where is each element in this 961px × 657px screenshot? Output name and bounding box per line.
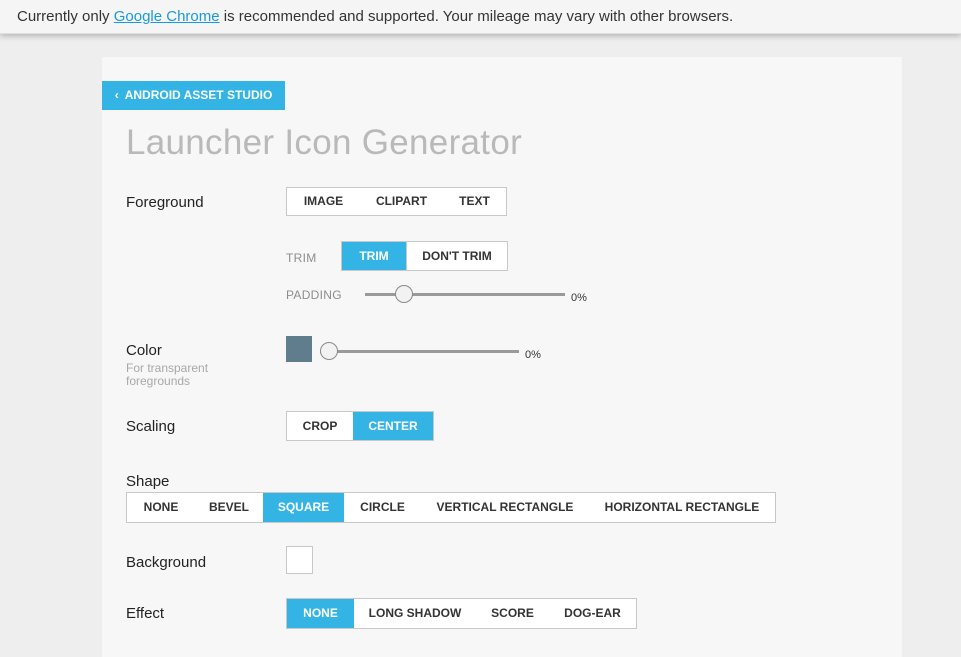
trim-option-dont-trim[interactable]: DON'T TRIM: [406, 242, 507, 270]
color-slider-thumb[interactable]: [320, 342, 338, 360]
trim-label: TRIM: [286, 251, 317, 265]
scaling-selector: CROP CENTER: [286, 411, 434, 441]
shape-option-circle[interactable]: CIRCLE: [344, 493, 421, 522]
padding-value: 0%: [571, 292, 587, 304]
effect-label: Effect: [126, 605, 165, 622]
scaling-option-crop[interactable]: CROP: [287, 412, 353, 440]
foreground-label: Foreground: [126, 194, 204, 211]
color-opacity-value: 0%: [525, 349, 541, 361]
banner-text-suffix: is recommended and supported. Your milea…: [223, 8, 734, 25]
foreground-option-clipart[interactable]: CLIPART: [360, 188, 443, 215]
color-label: Color: [126, 342, 162, 359]
color-sublabel: For transparent foregrounds: [126, 361, 209, 388]
effect-option-dog-ear[interactable]: DOG-EAR: [549, 599, 636, 628]
color-slider-track: [320, 350, 519, 353]
shape-option-square[interactable]: SQUARE: [263, 493, 344, 522]
shape-option-bevel[interactable]: BEVEL: [195, 493, 263, 522]
back-to-asset-studio-button[interactable]: ‹ ANDROID ASSET STUDIO: [102, 81, 285, 110]
foreground-option-image[interactable]: IMAGE: [287, 188, 360, 215]
scaling-option-center[interactable]: CENTER: [353, 412, 433, 440]
shape-option-horizontal-rectangle[interactable]: HORIZONTAL RECTANGLE: [589, 493, 775, 522]
shape-option-vertical-rectangle[interactable]: VERTICAL RECTANGLE: [421, 493, 589, 522]
padding-label: PADDING: [286, 288, 342, 302]
foreground-option-text[interactable]: TEXT: [443, 188, 506, 215]
padding-slider[interactable]: [365, 284, 565, 304]
trim-selector: TRIM DON'T TRIM: [341, 241, 508, 271]
background-color-swatch[interactable]: [286, 546, 313, 574]
browser-support-banner: Currently only Google Chrome is recommen…: [0, 0, 961, 34]
foreground-color-swatch[interactable]: [286, 336, 312, 362]
padding-slider-thumb[interactable]: [395, 285, 413, 303]
effect-option-long-shadow[interactable]: LONG SHADOW: [354, 599, 476, 628]
page-title: Launcher Icon Generator: [126, 123, 523, 162]
effect-selector: NONE LONG SHADOW SCORE DOG-EAR: [286, 598, 637, 629]
shape-selector: NONE BEVEL SQUARE CIRCLE VERTICAL RECTAN…: [126, 492, 776, 523]
shape-option-none[interactable]: NONE: [127, 493, 195, 522]
foreground-type-selector: IMAGE CLIPART TEXT: [286, 187, 507, 216]
generator-panel: ‹ ANDROID ASSET STUDIO Launcher Icon Gene…: [102, 57, 902, 657]
effect-option-none[interactable]: NONE: [287, 599, 354, 628]
effect-option-score[interactable]: SCORE: [476, 599, 549, 628]
banner-text-prefix: Currently only: [17, 8, 110, 25]
color-opacity-slider[interactable]: [320, 341, 519, 361]
background-label: Background: [126, 554, 207, 571]
scaling-label: Scaling: [126, 418, 176, 435]
shape-label: Shape: [126, 473, 170, 490]
chevron-left-icon: ‹: [114, 88, 119, 102]
google-chrome-link[interactable]: Google Chrome: [114, 8, 220, 25]
trim-option-trim[interactable]: TRIM: [342, 242, 406, 270]
back-button-label: ANDROID ASSET STUDIO: [124, 88, 273, 102]
